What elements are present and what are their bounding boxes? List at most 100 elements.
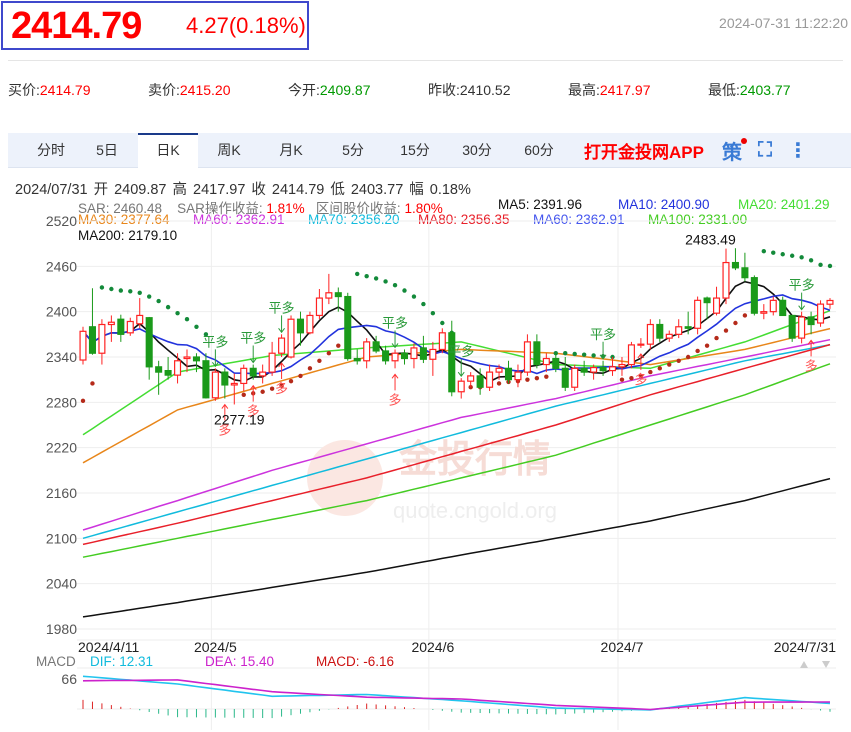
y-tick-label: 2400: [46, 304, 77, 320]
sar-dot: [676, 358, 681, 363]
candle-body: [230, 382, 238, 386]
sar-dot: [194, 324, 199, 329]
signal-close-long: 平多: [269, 300, 295, 315]
candle-body: [495, 367, 503, 373]
candle-body: [788, 314, 796, 339]
candle-body: [486, 371, 494, 388]
candle-body: [221, 371, 229, 386]
candle-body: [694, 299, 702, 329]
sar-dot: [383, 279, 388, 284]
scroll-up-icon[interactable]: [800, 661, 808, 668]
sar-dot: [402, 288, 407, 293]
candle-body: [79, 330, 87, 361]
sar-dot: [544, 374, 549, 379]
sar-dot: [789, 253, 795, 258]
candle-body: [410, 347, 418, 360]
sar-dot: [146, 294, 152, 299]
kline-chart[interactable]: 2520 2460 2400 2340 2280 2220 2160 2100 2040 1980…: [0, 0, 851, 732]
scroll-down-icon[interactable]: [822, 661, 830, 668]
candle-body: [656, 323, 664, 339]
sar-dot: [269, 386, 275, 391]
candle-body: [334, 292, 342, 298]
candle-body: [325, 292, 333, 299]
sar-dot: [704, 343, 710, 348]
sar-dot: [440, 320, 445, 326]
candle-body: [391, 352, 399, 362]
sar-dot: [657, 366, 662, 371]
candle-body: [741, 267, 749, 279]
candle-body: [268, 352, 276, 373]
candle-body: [627, 344, 635, 366]
price-annotation: 2483.49: [685, 232, 736, 248]
signal-long: 多: [634, 372, 647, 387]
candle-body: [145, 317, 153, 368]
candle-body: [438, 332, 446, 351]
candle-body: [419, 347, 427, 360]
candle-body: [174, 360, 182, 376]
candle-body: [552, 357, 560, 369]
candle-body: [249, 367, 257, 377]
candle-body: [107, 321, 115, 326]
sar-dot: [326, 351, 332, 356]
sar-dot: [761, 249, 767, 254]
sar-dot: [581, 352, 587, 357]
sar-dot: [421, 301, 426, 307]
y-tick-label: 2520: [46, 213, 77, 229]
candle-body: [561, 367, 569, 388]
sar-dot: [156, 298, 161, 304]
sar-dot: [118, 288, 124, 293]
sar-dot: [109, 286, 114, 292]
sar-dot: [288, 378, 294, 384]
candle-body: [618, 363, 626, 368]
candle-body: [382, 350, 390, 362]
candle-body: [590, 366, 598, 373]
ma20-line: [82, 309, 831, 436]
candle-body: [713, 297, 721, 314]
candle-body: [448, 332, 456, 393]
candle-body: [599, 366, 607, 372]
sar-dot: [685, 354, 691, 360]
candle-body: [571, 367, 579, 388]
sar-dot: [241, 392, 246, 397]
arrow-down-icon: [278, 315, 285, 334]
y-tick-label: 1980: [46, 621, 77, 637]
sar-dot: [99, 285, 105, 290]
candle-body: [817, 303, 825, 324]
candle-body: [731, 261, 739, 269]
sar-dot: [733, 320, 738, 326]
dif-label: DIF: 12.31: [90, 654, 154, 669]
candle-body: [287, 318, 295, 358]
signal-close-long: 平多: [202, 334, 228, 349]
sar-dot: [175, 310, 180, 316]
sar-dot: [619, 377, 625, 382]
signal-close-long: 平多: [789, 278, 815, 293]
signal-close-long: 平多: [590, 327, 616, 342]
candle-body: [722, 261, 730, 299]
macd-y-tick: 66: [61, 671, 77, 687]
candle-body: [523, 341, 531, 373]
sar-dot: [563, 351, 568, 356]
sar-dot: [799, 255, 804, 260]
sar-dot: [90, 381, 95, 386]
candle-body: [126, 320, 134, 334]
sar-dot: [591, 353, 596, 358]
y-tick-label: 2160: [46, 485, 77, 501]
sar-dot: [392, 283, 398, 288]
candle-body: [533, 341, 541, 366]
sar-dot: [260, 389, 265, 394]
sar-dot: [128, 289, 133, 294]
candle-body: [665, 333, 673, 339]
sar-dot: [373, 276, 379, 281]
candle-body: [476, 375, 484, 388]
sar-dot: [572, 351, 577, 357]
sar-dot: [496, 381, 502, 386]
x-tick-label: 2024/7/31: [774, 639, 836, 655]
candle-body: [353, 357, 361, 362]
y-tick-label: 2340: [46, 349, 77, 365]
sar-dot: [648, 369, 653, 375]
candle-body: [807, 316, 815, 326]
y-tick-label: 2040: [46, 576, 77, 592]
sar-dot: [827, 263, 833, 269]
candle-body: [637, 343, 645, 346]
candle-body: [580, 367, 588, 373]
